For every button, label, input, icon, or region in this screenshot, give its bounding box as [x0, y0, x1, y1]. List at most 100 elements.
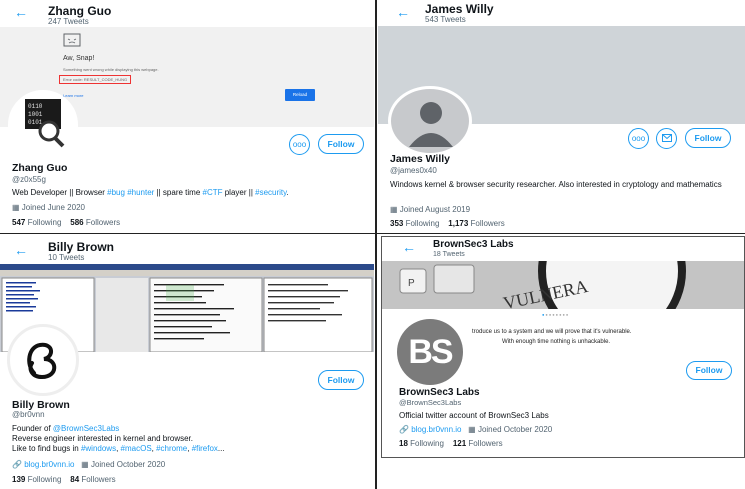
- bio-text: player ||: [222, 188, 256, 197]
- svg-text:0110: 0110: [28, 103, 43, 110]
- profile-name: James Willy: [390, 153, 451, 165]
- svg-text:1001: 1001: [28, 111, 43, 118]
- divider: [375, 0, 377, 489]
- following-link[interactable]: 547 Following: [12, 218, 61, 227]
- hashtag-firefox[interactable]: #firefox: [192, 444, 218, 453]
- bio-text: Like to find bugs in: [12, 444, 81, 453]
- mail-icon: [661, 134, 672, 142]
- more-options-button[interactable]: ooo: [289, 134, 310, 155]
- bio-text: Reverse engineer interested in kernel an…: [12, 434, 193, 443]
- header-name: James Willy: [425, 2, 494, 16]
- message-button[interactable]: [656, 128, 677, 149]
- profile-bio: Official twitter account of BrownSec3 La…: [399, 411, 549, 420]
- avatar-initials: BS: [408, 333, 453, 371]
- join-date: ▦ Joined August 2019: [390, 205, 470, 214]
- profile-header: ← BrownSec3 Labs 18 Tweets: [382, 237, 744, 263]
- join-date-text: Joined August 2019: [399, 205, 471, 214]
- follow-button[interactable]: Follow: [318, 370, 364, 390]
- profile-meta: 🔗 blog.br0vnn.io ▦ Joined October 2020: [399, 425, 552, 434]
- promo-line-1: troduce us to a system and we will prove…: [472, 329, 632, 335]
- profile-bio: Founder of @BrownSec3Labs Reverse engine…: [12, 424, 372, 454]
- profile-bio: Web Developer || Browser #bug #hunter ||…: [12, 188, 372, 198]
- bio-text: Founder of: [12, 424, 53, 433]
- divider: [0, 233, 745, 234]
- hashtag-hunter[interactable]: #hunter: [127, 188, 154, 197]
- calendar-icon: ▦: [12, 203, 20, 212]
- join-date-text: Joined October 2020: [477, 425, 553, 434]
- bio-text: || spare time: [154, 188, 203, 197]
- header-name: BrownSec3 Labs: [433, 239, 514, 250]
- link-icon: 🔗: [399, 425, 409, 434]
- hashtag-ctf[interactable]: #CTF: [203, 188, 223, 197]
- profile-handle: @james0x40: [390, 166, 437, 175]
- back-arrow-icon[interactable]: ←: [14, 5, 28, 19]
- tweet-count: 543 Tweets: [425, 15, 466, 24]
- followers-link[interactable]: 121 Followers: [453, 439, 503, 448]
- profile-panel-billy-brown: ← Billy Brown 10 Tweets Follow Billy Bro…: [0, 236, 374, 489]
- avatar[interactable]: 0110 1001 0101: [8, 90, 78, 160]
- profile-handle: @z0x55g: [12, 175, 46, 184]
- bio-text: ...: [217, 444, 225, 453]
- back-arrow-icon[interactable]: ←: [396, 5, 410, 19]
- tweet-count: 18 Tweets: [433, 251, 465, 258]
- join-date-text: Joined October 2020: [90, 460, 166, 469]
- back-arrow-icon[interactable]: ←: [402, 240, 416, 254]
- hashtag-security[interactable]: #security: [255, 188, 286, 197]
- hashtag-windows[interactable]: #windows: [81, 444, 116, 453]
- header-name: Billy Brown: [48, 240, 115, 254]
- profile-name: BrownSec3 Labs: [399, 387, 480, 398]
- profile-bio: Windows kernel & browser security resear…: [390, 180, 722, 189]
- following-link[interactable]: 353 Following: [390, 219, 439, 228]
- join-date-text: Joined June 2020: [21, 203, 85, 212]
- profile-header: ← Zhang Guo 247 Tweets: [0, 0, 374, 26]
- following-link[interactable]: 139 Following: [12, 475, 61, 484]
- avatar[interactable]: BS: [397, 319, 463, 385]
- more-options-button[interactable]: ooo: [628, 128, 649, 149]
- profile-header: ← James Willy 543 Tweets: [378, 0, 745, 26]
- snap-title: Aw, Snap!: [63, 55, 95, 62]
- follow-button[interactable]: Follow: [685, 128, 731, 148]
- avatar[interactable]: [388, 86, 472, 156]
- header-name: Zhang Guo: [48, 4, 112, 18]
- followers-link[interactable]: 84 Followers: [70, 475, 115, 484]
- website-link[interactable]: blog.br0vnn.io: [24, 460, 74, 469]
- mention-link[interactable]: @BrownSec3Labs: [53, 424, 119, 433]
- learn-more-link[interactable]: Learn more: [63, 93, 83, 98]
- back-arrow-icon[interactable]: ←: [14, 243, 28, 257]
- brand-logo-icon: [27, 342, 57, 380]
- snap-message: Something went wrong while displaying th…: [63, 67, 159, 72]
- avatar[interactable]: [7, 324, 79, 396]
- follow-stats: 547 Following 586 Followers: [12, 218, 120, 227]
- profile-panel-zhang-guo: ← Zhang Guo 247 Tweets Aw, Snap! Somethi…: [0, 0, 374, 232]
- sad-tab-icon: [63, 33, 81, 47]
- followers-link[interactable]: 1,173 Followers: [448, 219, 505, 228]
- website-link[interactable]: blog.br0vnn.io: [411, 425, 461, 434]
- profile-banner: VULNERA P: [382, 261, 744, 309]
- hashtag-macos[interactable]: #macOS: [121, 444, 152, 453]
- hashtag-chrome[interactable]: #chrome: [156, 444, 187, 453]
- follow-button[interactable]: Follow: [686, 361, 732, 380]
- follow-stats: 139 Following 84 Followers: [12, 475, 116, 484]
- calendar-icon: ▦: [81, 460, 89, 469]
- profile-name: Zhang Guo: [12, 162, 68, 174]
- profile-header: ← Billy Brown 10 Tweets: [0, 236, 374, 262]
- following-link[interactable]: 18 Following: [399, 439, 444, 448]
- tweet-count: 10 Tweets: [48, 253, 85, 262]
- promo-line-2: With enough time nothing is unhackable.: [502, 339, 611, 345]
- bio-text: Web Developer || Browser: [12, 188, 108, 197]
- tweet-count: 247 Tweets: [48, 17, 89, 26]
- binary-magnifier-icon: 0110 1001 0101: [25, 99, 65, 148]
- hashtag-bug[interactable]: #bug: [107, 188, 125, 197]
- profile-panel-james-willy: ← James Willy 543 Tweets ooo Follow Jame…: [378, 0, 745, 232]
- bio-text: .: [286, 188, 289, 197]
- calendar-icon: ▦: [468, 425, 476, 434]
- carousel-dots: ●●●●●●●●: [542, 312, 570, 317]
- calendar-icon: ▦: [390, 205, 398, 214]
- reload-button[interactable]: Reload: [285, 89, 315, 101]
- join-date: ▦ Joined June 2020: [12, 203, 85, 212]
- followers-link[interactable]: 586 Followers: [70, 218, 120, 227]
- profile-handle: @br0vnn: [12, 410, 45, 419]
- keyboard-magnifier-image: VULNERA P: [382, 261, 744, 309]
- follow-button[interactable]: Follow: [318, 134, 364, 154]
- banner-key: P: [408, 278, 415, 289]
